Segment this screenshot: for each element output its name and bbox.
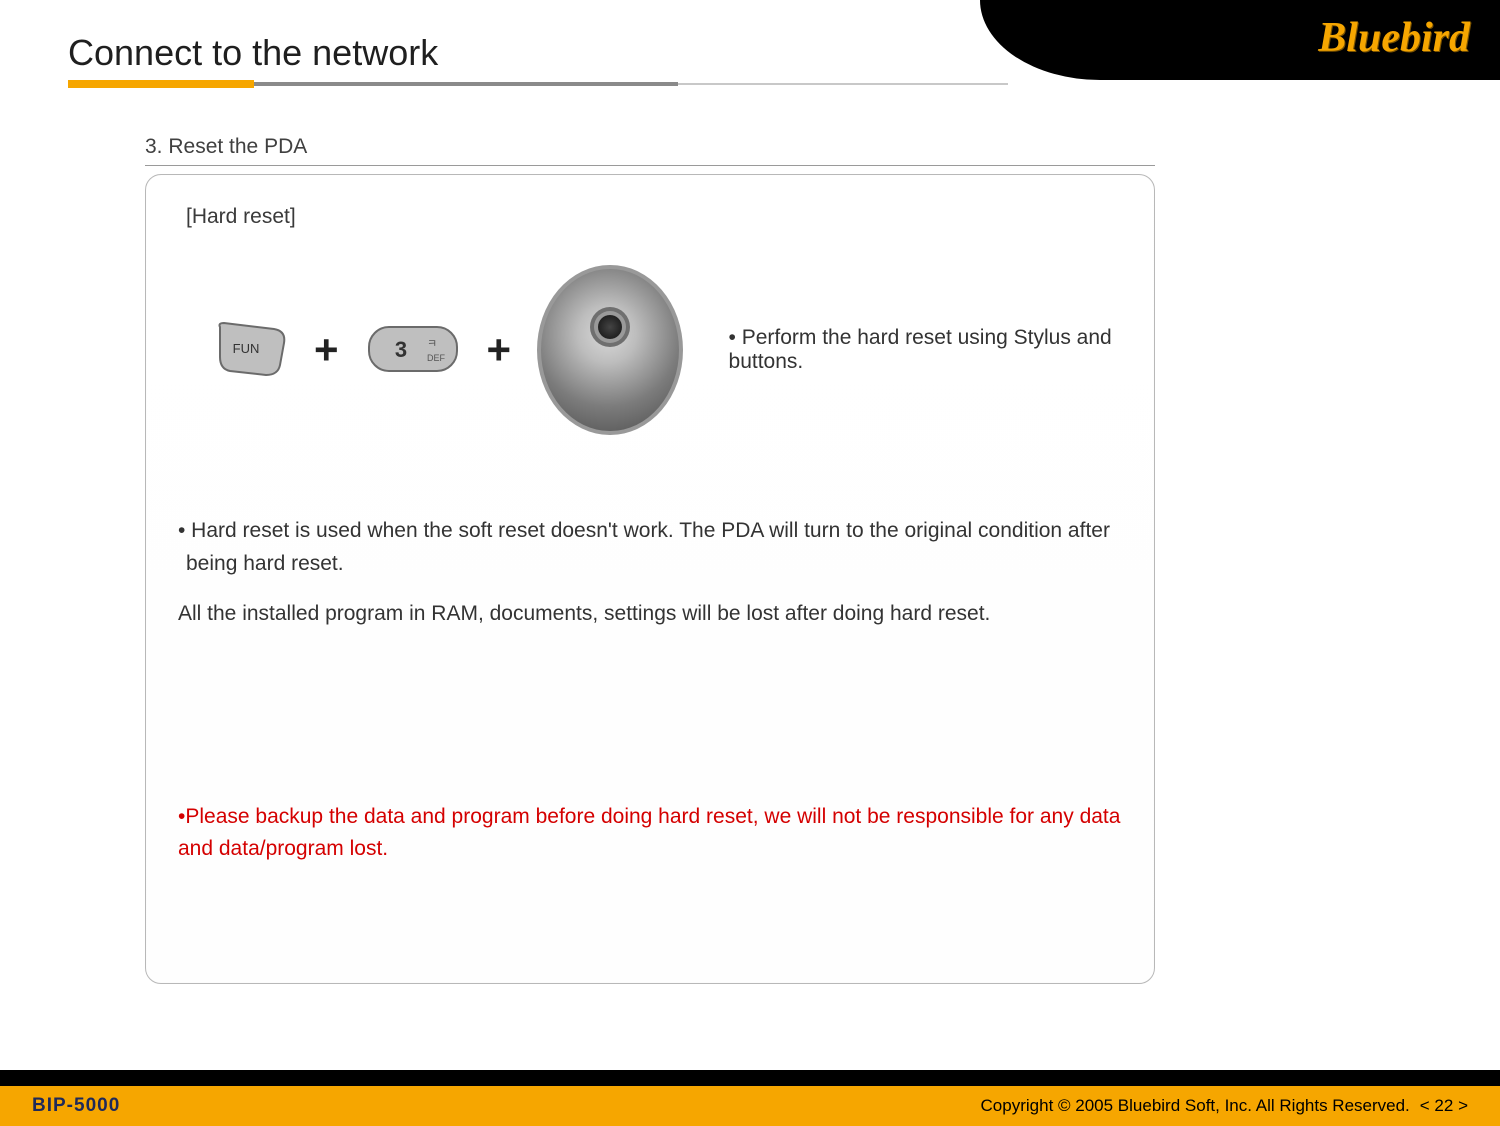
three-key-label: 3: [394, 337, 406, 362]
footer: BIP-5000 Copyright © 2005 Bluebird Soft,…: [0, 1074, 1500, 1126]
footer-stripe: [0, 1070, 1500, 1086]
brand-band: Bluebird: [980, 0, 1500, 80]
section-heading: 3. Reset the PDA: [145, 135, 1155, 166]
plus-icon: +: [314, 326, 339, 374]
warning-text: •Please backup the data and program befo…: [178, 801, 1122, 866]
brand-logo: Bluebird: [1318, 14, 1470, 62]
underline-accent-orange: [68, 80, 254, 88]
footer-copyright: Copyright © 2005 Bluebird Soft, Inc. All…: [981, 1096, 1410, 1116]
warning-line2: and data/program lost.: [178, 837, 388, 860]
paragraph-2: All the installed program in RAM, docume…: [178, 598, 1122, 631]
panel-subtitle: [Hard reset]: [186, 205, 1122, 229]
footer-bar: BIP-5000 Copyright © 2005 Bluebird Soft,…: [0, 1086, 1500, 1126]
illustration-row: FUN + 3 ㅋ DEF + • Perform the hard reset…: [216, 265, 1122, 435]
warning-line1: •Please backup the data and program befo…: [178, 805, 1120, 828]
svg-text:ㅋ: ㅋ: [427, 338, 437, 350]
paragraph-1-line1: • Hard reset is used when the soft reset…: [178, 519, 1110, 542]
header: Connect to the network Bluebird: [0, 0, 1500, 90]
content-area: 3. Reset the PDA [Hard reset] FUN + 3 ㅋ: [145, 135, 1155, 984]
svg-text:DEF: DEF: [427, 353, 446, 363]
fun-key-icon: FUN: [216, 321, 288, 379]
underline-accent-grey: [254, 82, 678, 86]
fun-key-label: FUN: [233, 341, 260, 356]
paragraph-1-line2: being hard reset.: [178, 548, 1122, 581]
page-root: Connect to the network Bluebird 3. Reset…: [0, 0, 1500, 1126]
footer-page-number: < 22 >: [1420, 1096, 1468, 1116]
underline-accent-light: [678, 83, 1008, 85]
title-underline: [68, 80, 1008, 88]
page-title: Connect to the network: [68, 32, 438, 74]
content-panel: [Hard reset] FUN + 3 ㅋ DEF: [145, 174, 1155, 984]
paragraph-1: • Hard reset is used when the soft reset…: [178, 515, 1122, 580]
illustration-caption: • Perform the hard reset using Stylus an…: [729, 326, 1122, 374]
footer-right-group: Copyright © 2005 Bluebird Soft, Inc. All…: [981, 1096, 1468, 1116]
plus-icon-2: +: [487, 326, 512, 374]
three-key-icon: 3 ㅋ DEF: [365, 321, 461, 379]
reset-hole-icon: [537, 265, 682, 435]
footer-model: BIP-5000: [32, 1095, 120, 1117]
